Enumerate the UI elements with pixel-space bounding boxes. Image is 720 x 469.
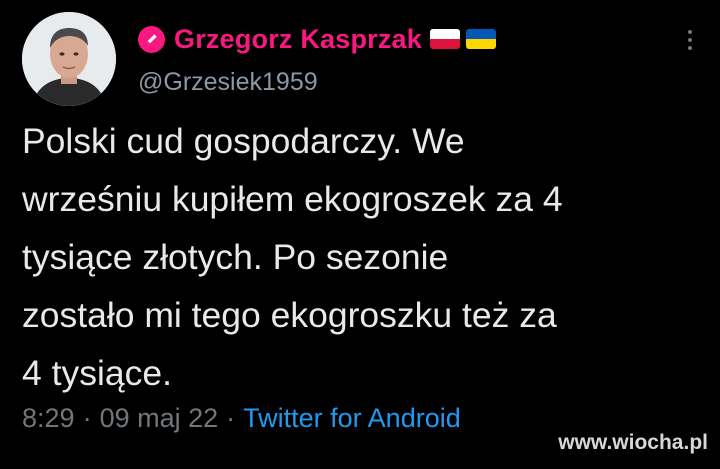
tweet-text-line: 4 tysiące. xyxy=(22,353,172,393)
author-row: Grzegorz Kasprzak xyxy=(138,22,496,56)
tweet-text-line: wrześniu kupiłem ekogroszek za 4 xyxy=(22,179,563,219)
meta-separator: · xyxy=(82,402,92,433)
meta-separator: · xyxy=(226,402,236,433)
avatar-photo xyxy=(22,12,116,106)
tweet-text-line: zostało mi tego ekogroszku też za xyxy=(22,295,557,335)
watermark: www.wiocha.pl xyxy=(558,431,708,454)
more-options-icon[interactable] xyxy=(684,30,696,54)
tweet-date[interactable]: 09 maj 22 xyxy=(100,403,219,434)
author-name[interactable]: Grzegorz Kasprzak xyxy=(174,24,422,55)
tweet-source-link[interactable]: Twitter for Android xyxy=(243,403,461,434)
poland-flag-icon xyxy=(429,29,460,49)
tweet-text-line: Polski cud gospodarczy. We xyxy=(22,121,465,161)
author-handle[interactable]: @Grzesiek1959 xyxy=(138,68,318,97)
tweet-time[interactable]: 8:29 xyxy=(22,403,75,434)
pen-icon xyxy=(138,25,165,53)
tweet-text-line: tysiące złotych. Po sezonie xyxy=(22,237,449,277)
ukraine-flag-icon xyxy=(465,29,496,49)
tweet-meta: 8:29 · 09 maj 22 · Twitter for Android xyxy=(22,398,461,438)
avatar[interactable] xyxy=(22,12,116,106)
tweet-text: Polski cud gospodarczy. We wrześniu kupi… xyxy=(22,112,702,402)
